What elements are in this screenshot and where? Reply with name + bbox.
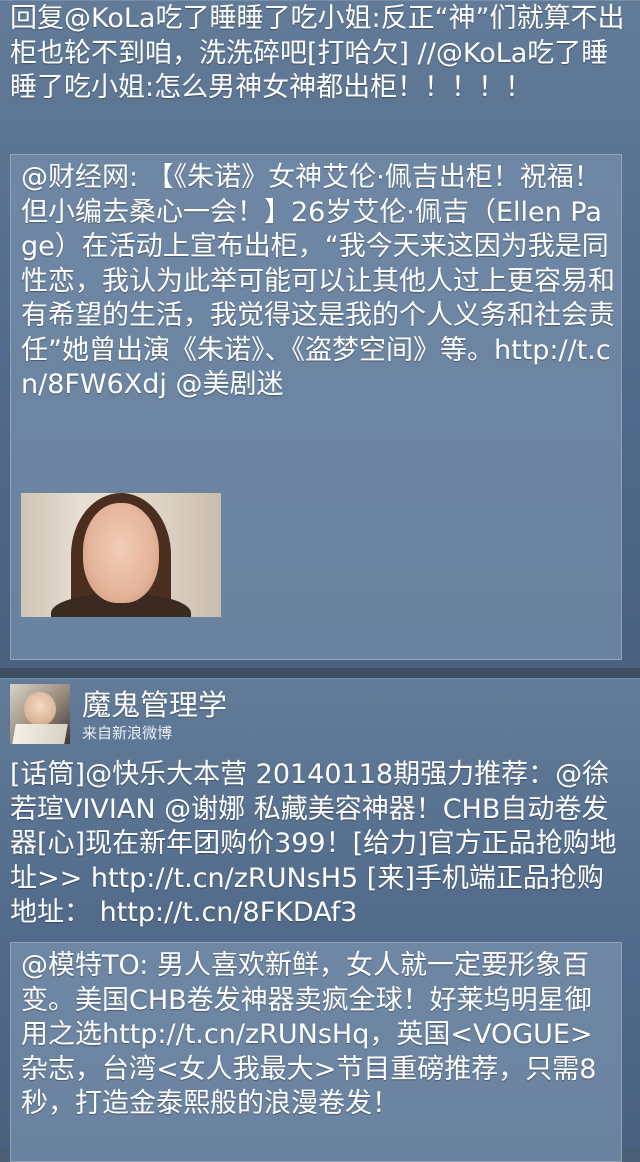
weibo-post-card[interactable]: 回复@KoLa吃了睡睡了吃小姐:反正“神”们就算不出柜也轮不到咱，洗洗碎吧[打哈… [0,0,640,668]
post-image-thumbnail[interactable] [21,493,221,617]
retweet-block[interactable]: @模特TO: 男人喜欢新鲜，女人就一定要形象百变。美国CHB卷发神器卖疯全球！好… [10,942,622,1162]
weibo-post-card[interactable]: 魔鬼管理学 来自新浪微博 [话筒]@快乐大本营 20140118期强力推荐：@徐… [0,678,640,1162]
post-text[interactable]: [话筒]@快乐大本营 20140118期强力推荐：@徐若瑄VIVIAN @谢娜 … [10,758,630,931]
post-text[interactable]: 回复@KoLa吃了睡睡了吃小姐:反正“神”们就算不出柜也轮不到咱，洗洗碎吧[打哈… [10,2,630,106]
avatar[interactable] [10,684,70,744]
post-source: 来自新浪微博 [82,724,173,742]
retweet-text[interactable]: @模特TO: 男人喜欢新鲜，女人就一定要形象百变。美国CHB卷发神器卖疯全球！好… [21,949,617,1122]
avatar-book [12,724,68,744]
avatar-head [24,692,56,726]
retweet-text[interactable]: @财经网: 【《朱诺》女神艾伦·佩吉出柜！祝福！但小编去桑心一会！】26岁艾伦·… [21,161,617,403]
portrait-face [83,503,159,603]
retweet-block[interactable]: @财经网: 【《朱诺》女神艾伦·佩吉出柜！祝福！但小编去桑心一会！】26岁艾伦·… [10,154,622,660]
user-name[interactable]: 魔鬼管理学 [82,688,227,722]
post-separator [0,668,640,678]
